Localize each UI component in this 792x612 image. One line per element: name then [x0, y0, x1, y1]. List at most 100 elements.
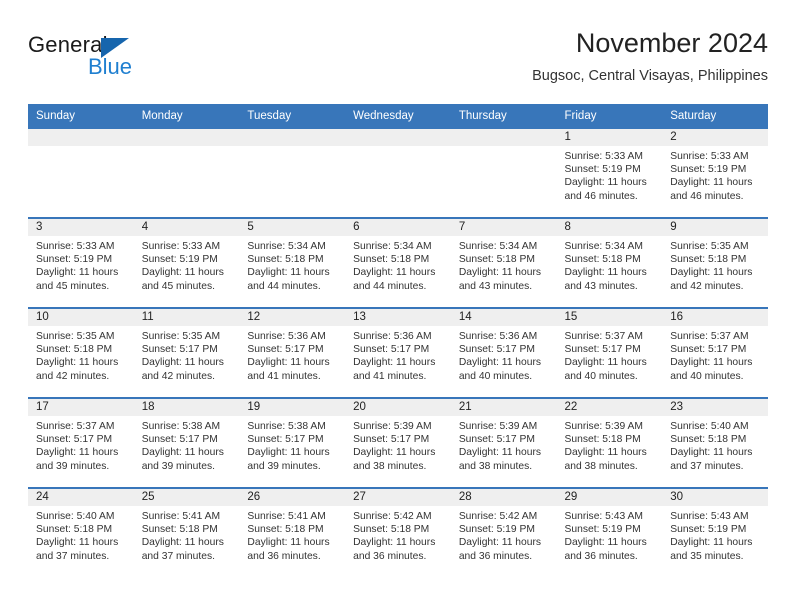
day-details: Sunrise: 5:33 AM Sunset: 5:19 PM Daylight:… [662, 146, 768, 203]
daylight-text: Daylight: 11 hours and 37 minutes. [36, 537, 119, 562]
calendar-day-cell[interactable]: 15 Sunrise: 5:37 AM Sunset: 5:17 PM Dayligh… [556, 307, 663, 398]
day-number: 18 [133, 399, 240, 416]
day-cell-content: 26 Sunrise: 5:41 AM Sunset: 5:18 PM Dayligh… [239, 489, 346, 577]
daylight-text: Daylight: 11 hours and 42 minutes. [36, 357, 119, 382]
calendar-day-cell-empty [133, 129, 240, 218]
day-details: Sunrise: 5:35 AM Sunset: 5:17 PM Daylight:… [134, 326, 240, 383]
sunset-text: Sunset: 5:19 PM [670, 164, 747, 176]
sunset-text: Sunset: 5:18 PM [670, 434, 747, 446]
sunset-text: Sunset: 5:18 PM [36, 524, 113, 536]
sunset-text: Sunset: 5:17 PM [670, 344, 747, 356]
calendar-day-cell[interactable]: 18 Sunrise: 5:38 AM Sunset: 5:17 PM Dayligh… [133, 397, 240, 488]
sunrise-text: Sunrise: 5:43 AM [564, 511, 643, 522]
daylight-text: Daylight: 11 hours and 36 minutes. [564, 537, 647, 562]
day-number [239, 129, 346, 146]
sunrise-sunset-calendar: Sunday Monday Tuesday Wednesday Thursday… [28, 104, 768, 577]
daylight-text: Daylight: 11 hours and 44 minutes. [247, 267, 330, 292]
calendar-day-cell[interactable]: 1 Sunrise: 5:33 AM Sunset: 5:19 PM Daylight… [556, 129, 663, 218]
daylight-text: Daylight: 11 hours and 41 minutes. [353, 357, 436, 382]
day-cell-content: 24 Sunrise: 5:40 AM Sunset: 5:18 PM Dayligh… [28, 489, 134, 577]
sunset-text: Sunset: 5:19 PM [458, 524, 535, 536]
calendar-day-cell[interactable]: 21 Sunrise: 5:39 AM Sunset: 5:17 PM Dayligh… [450, 397, 557, 488]
calendar-day-cell[interactable]: 10 Sunrise: 5:35 AM Sunset: 5:18 PM Dayligh… [28, 307, 134, 398]
day-cell-content: 9 Sunrise: 5:35 AM Sunset: 5:18 PM Daylight… [662, 219, 768, 307]
sunset-text: Sunset: 5:18 PM [353, 254, 430, 266]
sunset-text: Sunset: 5:17 PM [247, 344, 324, 356]
sunrise-text: Sunrise: 5:33 AM [564, 151, 643, 162]
brand-logo[interactable]: General Blue [28, 32, 258, 86]
daylight-text: Daylight: 11 hours and 36 minutes. [458, 537, 542, 562]
day-details: Sunrise: 5:42 AM Sunset: 5:18 PM Daylight:… [345, 506, 451, 563]
calendar-day-cell[interactable]: 27 Sunrise: 5:42 AM Sunset: 5:18 PM Dayligh… [345, 487, 451, 577]
sunset-text: Sunset: 5:18 PM [670, 254, 747, 266]
calendar-day-cell[interactable]: 4 Sunrise: 5:33 AM Sunset: 5:19 PM Daylight… [133, 217, 240, 308]
calendar-day-cell[interactable]: 2 Sunrise: 5:33 AM Sunset: 5:19 PM Daylight… [662, 129, 768, 218]
sunset-text: Sunset: 5:18 PM [247, 254, 324, 266]
day-cell-content: 28 Sunrise: 5:42 AM Sunset: 5:19 PM Dayligh… [450, 489, 557, 577]
sunrise-text: Sunrise: 5:36 AM [247, 331, 326, 342]
calendar-day-cell[interactable]: 24 Sunrise: 5:40 AM Sunset: 5:18 PM Dayligh… [28, 487, 134, 577]
day-cell-content: 12 Sunrise: 5:36 AM Sunset: 5:17 PM Dayligh… [239, 309, 346, 397]
daylight-text: Daylight: 11 hours and 40 minutes. [670, 357, 753, 382]
day-details: Sunrise: 5:34 AM Sunset: 5:18 PM Daylight:… [451, 236, 557, 293]
sunrise-text: Sunrise: 5:39 AM [458, 421, 538, 432]
calendar-day-cell[interactable]: 7 Sunrise: 5:34 AM Sunset: 5:18 PM Daylight… [450, 217, 557, 308]
sunrise-text: Sunrise: 5:36 AM [353, 331, 432, 342]
calendar-day-cell[interactable]: 3 Sunrise: 5:33 AM Sunset: 5:19 PM Daylight… [28, 217, 134, 308]
weekday-header-tuesday: Tuesday [239, 104, 346, 129]
day-details: Sunrise: 5:36 AM Sunset: 5:17 PM Daylight:… [451, 326, 557, 383]
day-number: 6 [345, 219, 451, 236]
day-details: Sunrise: 5:35 AM Sunset: 5:18 PM Daylight:… [662, 236, 768, 293]
calendar-day-cell[interactable]: 16 Sunrise: 5:37 AM Sunset: 5:17 PM Dayligh… [662, 307, 768, 398]
daylight-text: Daylight: 11 hours and 45 minutes. [141, 267, 224, 292]
calendar-day-cell[interactable]: 12 Sunrise: 5:36 AM Sunset: 5:17 PM Dayligh… [239, 307, 346, 398]
daylight-text: Daylight: 11 hours and 43 minutes. [458, 267, 542, 292]
day-number: 28 [450, 489, 557, 506]
calendar-day-cell[interactable]: 29 Sunrise: 5:43 AM Sunset: 5:19 PM Dayligh… [556, 487, 663, 577]
day-cell-content: 19 Sunrise: 5:38 AM Sunset: 5:17 PM Dayligh… [239, 399, 346, 487]
calendar-day-cell[interactable]: 23 Sunrise: 5:40 AM Sunset: 5:18 PM Dayligh… [662, 397, 768, 488]
sunset-text: Sunset: 5:17 PM [458, 344, 535, 356]
calendar-day-cell[interactable]: 5 Sunrise: 5:34 AM Sunset: 5:18 PM Daylight… [239, 217, 346, 308]
sunset-text: Sunset: 5:17 PM [353, 434, 430, 446]
calendar-day-cell[interactable]: 8 Sunrise: 5:34 AM Sunset: 5:18 PM Daylight… [556, 217, 663, 308]
sunset-text: Sunset: 5:18 PM [353, 524, 430, 536]
calendar-day-cell[interactable]: 17 Sunrise: 5:37 AM Sunset: 5:17 PM Dayligh… [28, 397, 134, 488]
sunrise-text: Sunrise: 5:34 AM [458, 241, 538, 252]
calendar-day-cell[interactable]: 13 Sunrise: 5:36 AM Sunset: 5:17 PM Dayligh… [345, 307, 451, 398]
calendar-day-cell[interactable]: 6 Sunrise: 5:34 AM Sunset: 5:18 PM Daylight… [345, 217, 451, 308]
day-details: Sunrise: 5:39 AM Sunset: 5:17 PM Daylight:… [451, 416, 557, 473]
calendar-day-cell[interactable]: 26 Sunrise: 5:41 AM Sunset: 5:18 PM Dayligh… [239, 487, 346, 577]
sunset-text: Sunset: 5:19 PM [670, 524, 747, 536]
day-number: 9 [662, 219, 768, 236]
sunset-text: Sunset: 5:18 PM [141, 524, 218, 536]
calendar-day-cell[interactable]: 11 Sunrise: 5:35 AM Sunset: 5:17 PM Dayligh… [133, 307, 240, 398]
daylight-text: Daylight: 11 hours and 38 minutes. [564, 447, 647, 472]
day-details: Sunrise: 5:39 AM Sunset: 5:18 PM Daylight:… [557, 416, 663, 473]
calendar-day-cell-empty [345, 129, 451, 218]
calendar-day-cell[interactable]: 9 Sunrise: 5:35 AM Sunset: 5:18 PM Daylight… [662, 217, 768, 308]
day-number: 16 [662, 309, 768, 326]
daylight-text: Daylight: 11 hours and 46 minutes. [670, 177, 753, 202]
calendar-day-cell[interactable]: 30 Sunrise: 5:43 AM Sunset: 5:19 PM Dayligh… [662, 487, 768, 577]
day-number: 29 [556, 489, 663, 506]
calendar-week-row: 24 Sunrise: 5:40 AM Sunset: 5:18 PM Dayligh… [28, 487, 768, 577]
day-details: Sunrise: 5:41 AM Sunset: 5:18 PM Daylight:… [134, 506, 240, 563]
day-details: Sunrise: 5:37 AM Sunset: 5:17 PM Daylight:… [557, 326, 663, 383]
calendar-day-cell[interactable]: 19 Sunrise: 5:38 AM Sunset: 5:17 PM Dayligh… [239, 397, 346, 488]
sunrise-text: Sunrise: 5:35 AM [141, 331, 221, 342]
day-cell-content: 13 Sunrise: 5:36 AM Sunset: 5:17 PM Dayligh… [345, 309, 451, 397]
calendar-day-cell[interactable]: 14 Sunrise: 5:36 AM Sunset: 5:17 PM Dayligh… [450, 307, 557, 398]
calendar-day-cell[interactable]: 22 Sunrise: 5:39 AM Sunset: 5:18 PM Dayligh… [556, 397, 663, 488]
day-details: Sunrise: 5:34 AM Sunset: 5:18 PM Daylight:… [557, 236, 663, 293]
day-details: Sunrise: 5:36 AM Sunset: 5:17 PM Daylight:… [239, 326, 345, 383]
day-details: Sunrise: 5:34 AM Sunset: 5:18 PM Daylight:… [345, 236, 451, 293]
calendar-page: General Blue November 2024 Bugsoc, Centr… [0, 0, 792, 612]
day-cell-content [239, 129, 346, 217]
day-number: 20 [345, 399, 451, 416]
calendar-day-cell[interactable]: 20 Sunrise: 5:39 AM Sunset: 5:17 PM Dayligh… [345, 397, 451, 488]
sunrise-text: Sunrise: 5:42 AM [458, 511, 538, 522]
calendar-day-cell[interactable]: 25 Sunrise: 5:41 AM Sunset: 5:18 PM Dayligh… [133, 487, 240, 577]
day-cell-content: 25 Sunrise: 5:41 AM Sunset: 5:18 PM Dayligh… [133, 489, 240, 577]
calendar-day-cell[interactable]: 28 Sunrise: 5:42 AM Sunset: 5:19 PM Dayligh… [450, 487, 557, 577]
